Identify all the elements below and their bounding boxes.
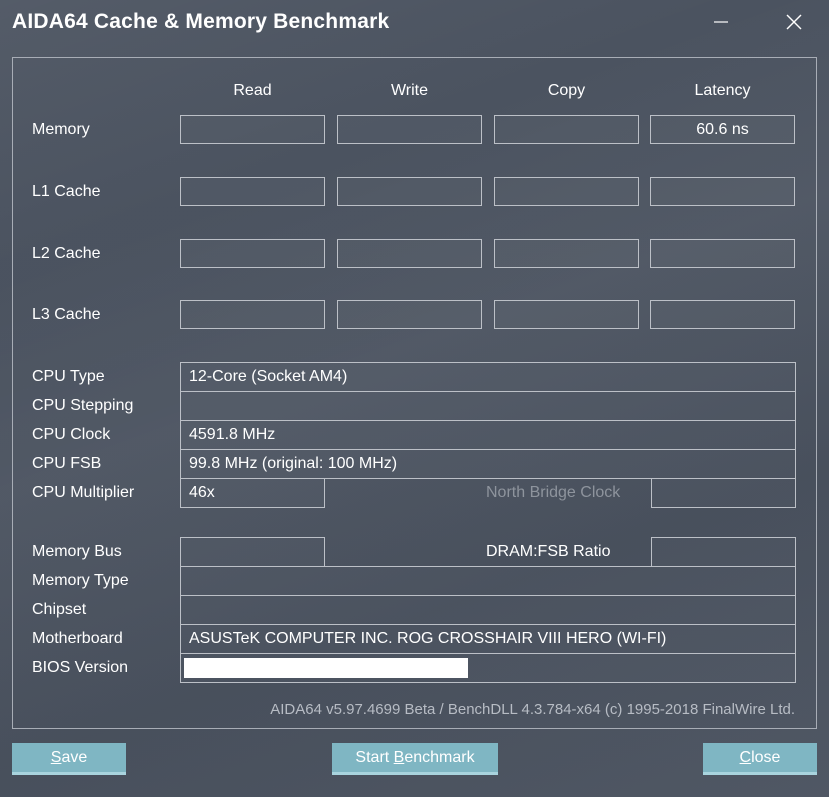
row-label-memory: Memory — [32, 121, 90, 138]
l3-read-cell — [180, 300, 325, 329]
memory-bus-label: Memory Bus — [32, 543, 122, 560]
l2-write-cell — [337, 239, 482, 268]
close-window-button[interactable] — [777, 8, 811, 36]
north-bridge-clock-value — [651, 478, 796, 508]
motherboard-label: Motherboard — [32, 630, 123, 647]
memory-copy-cell — [494, 115, 639, 144]
close-button[interactable]: Close — [703, 743, 817, 775]
l3-write-cell — [337, 300, 482, 329]
minimize-icon — [714, 21, 728, 23]
cpu-type-label: CPU Type — [32, 368, 105, 385]
window-title: AIDA64 Cache & Memory Benchmark — [12, 10, 390, 33]
start-benchmark-button[interactable]: Start Benchmark — [332, 743, 498, 775]
row-label-l2-cache: L2 Cache — [32, 245, 101, 262]
column-header-latency: Latency — [694, 82, 751, 99]
l2-read-cell — [180, 239, 325, 268]
start-benchmark-prefix: Start — [355, 748, 394, 766]
chipset-value — [180, 595, 796, 625]
cpu-stepping-value — [180, 391, 796, 421]
memory-latency-cell: 60.6 ns — [650, 115, 795, 144]
version-footer: AIDA64 v5.97.4699 Beta / BenchDLL 4.3.78… — [270, 701, 795, 718]
l1-copy-cell — [494, 177, 639, 206]
row-label-l1-cache: L1 Cache — [32, 183, 101, 200]
start-benchmark-label: enchmark — [404, 748, 475, 766]
l1-read-cell — [180, 177, 325, 206]
cpu-fsb-value: 99.8 MHz (original: 100 MHz) — [180, 449, 796, 479]
dram-fsb-ratio-value — [651, 537, 796, 567]
cpu-stepping-label: CPU Stepping — [32, 397, 134, 414]
motherboard-value: ASUSTeK COMPUTER INC. ROG CROSSHAIR VIII… — [180, 624, 796, 654]
close-button-label: lose — [751, 748, 781, 766]
close-button-accelerator: C — [739, 748, 752, 766]
bios-version-label: BIOS Version — [32, 659, 129, 676]
l3-latency-cell — [650, 300, 795, 329]
memory-type-label: Memory Type — [32, 572, 129, 589]
dram-fsb-ratio-label: DRAM:FSB Ratio — [486, 543, 611, 560]
save-button-label: ave — [61, 748, 88, 766]
minimize-button[interactable] — [704, 8, 738, 36]
memory-bus-value — [180, 537, 325, 567]
north-bridge-clock-label: North Bridge Clock — [486, 484, 621, 501]
row-label-l3-cache: L3 Cache — [32, 306, 101, 323]
close-icon — [786, 14, 802, 30]
l2-copy-cell — [494, 239, 639, 268]
start-benchmark-accelerator: B — [393, 748, 405, 766]
l1-write-cell — [337, 177, 482, 206]
cpu-clock-value: 4591.8 MHz — [180, 420, 796, 450]
l1-latency-cell — [650, 177, 795, 206]
cpu-clock-label: CPU Clock — [32, 426, 111, 443]
memory-write-cell — [337, 115, 482, 144]
bios-version-redaction — [184, 658, 468, 678]
cpu-type-value: 12-Core (Socket AM4) — [180, 362, 796, 392]
column-header-read: Read — [233, 82, 272, 99]
cpu-multiplier-label: CPU Multiplier — [32, 484, 135, 501]
memory-read-cell — [180, 115, 325, 144]
memory-type-value — [180, 566, 796, 596]
save-button[interactable]: Save — [12, 743, 126, 775]
column-header-write: Write — [390, 82, 429, 99]
cpu-fsb-label: CPU FSB — [32, 455, 102, 472]
l3-copy-cell — [494, 300, 639, 329]
cpu-multiplier-value: 46x — [180, 478, 325, 508]
save-button-accelerator: S — [50, 748, 62, 766]
chipset-label: Chipset — [32, 601, 87, 618]
l2-latency-cell — [650, 239, 795, 268]
column-header-copy: Copy — [547, 82, 586, 99]
